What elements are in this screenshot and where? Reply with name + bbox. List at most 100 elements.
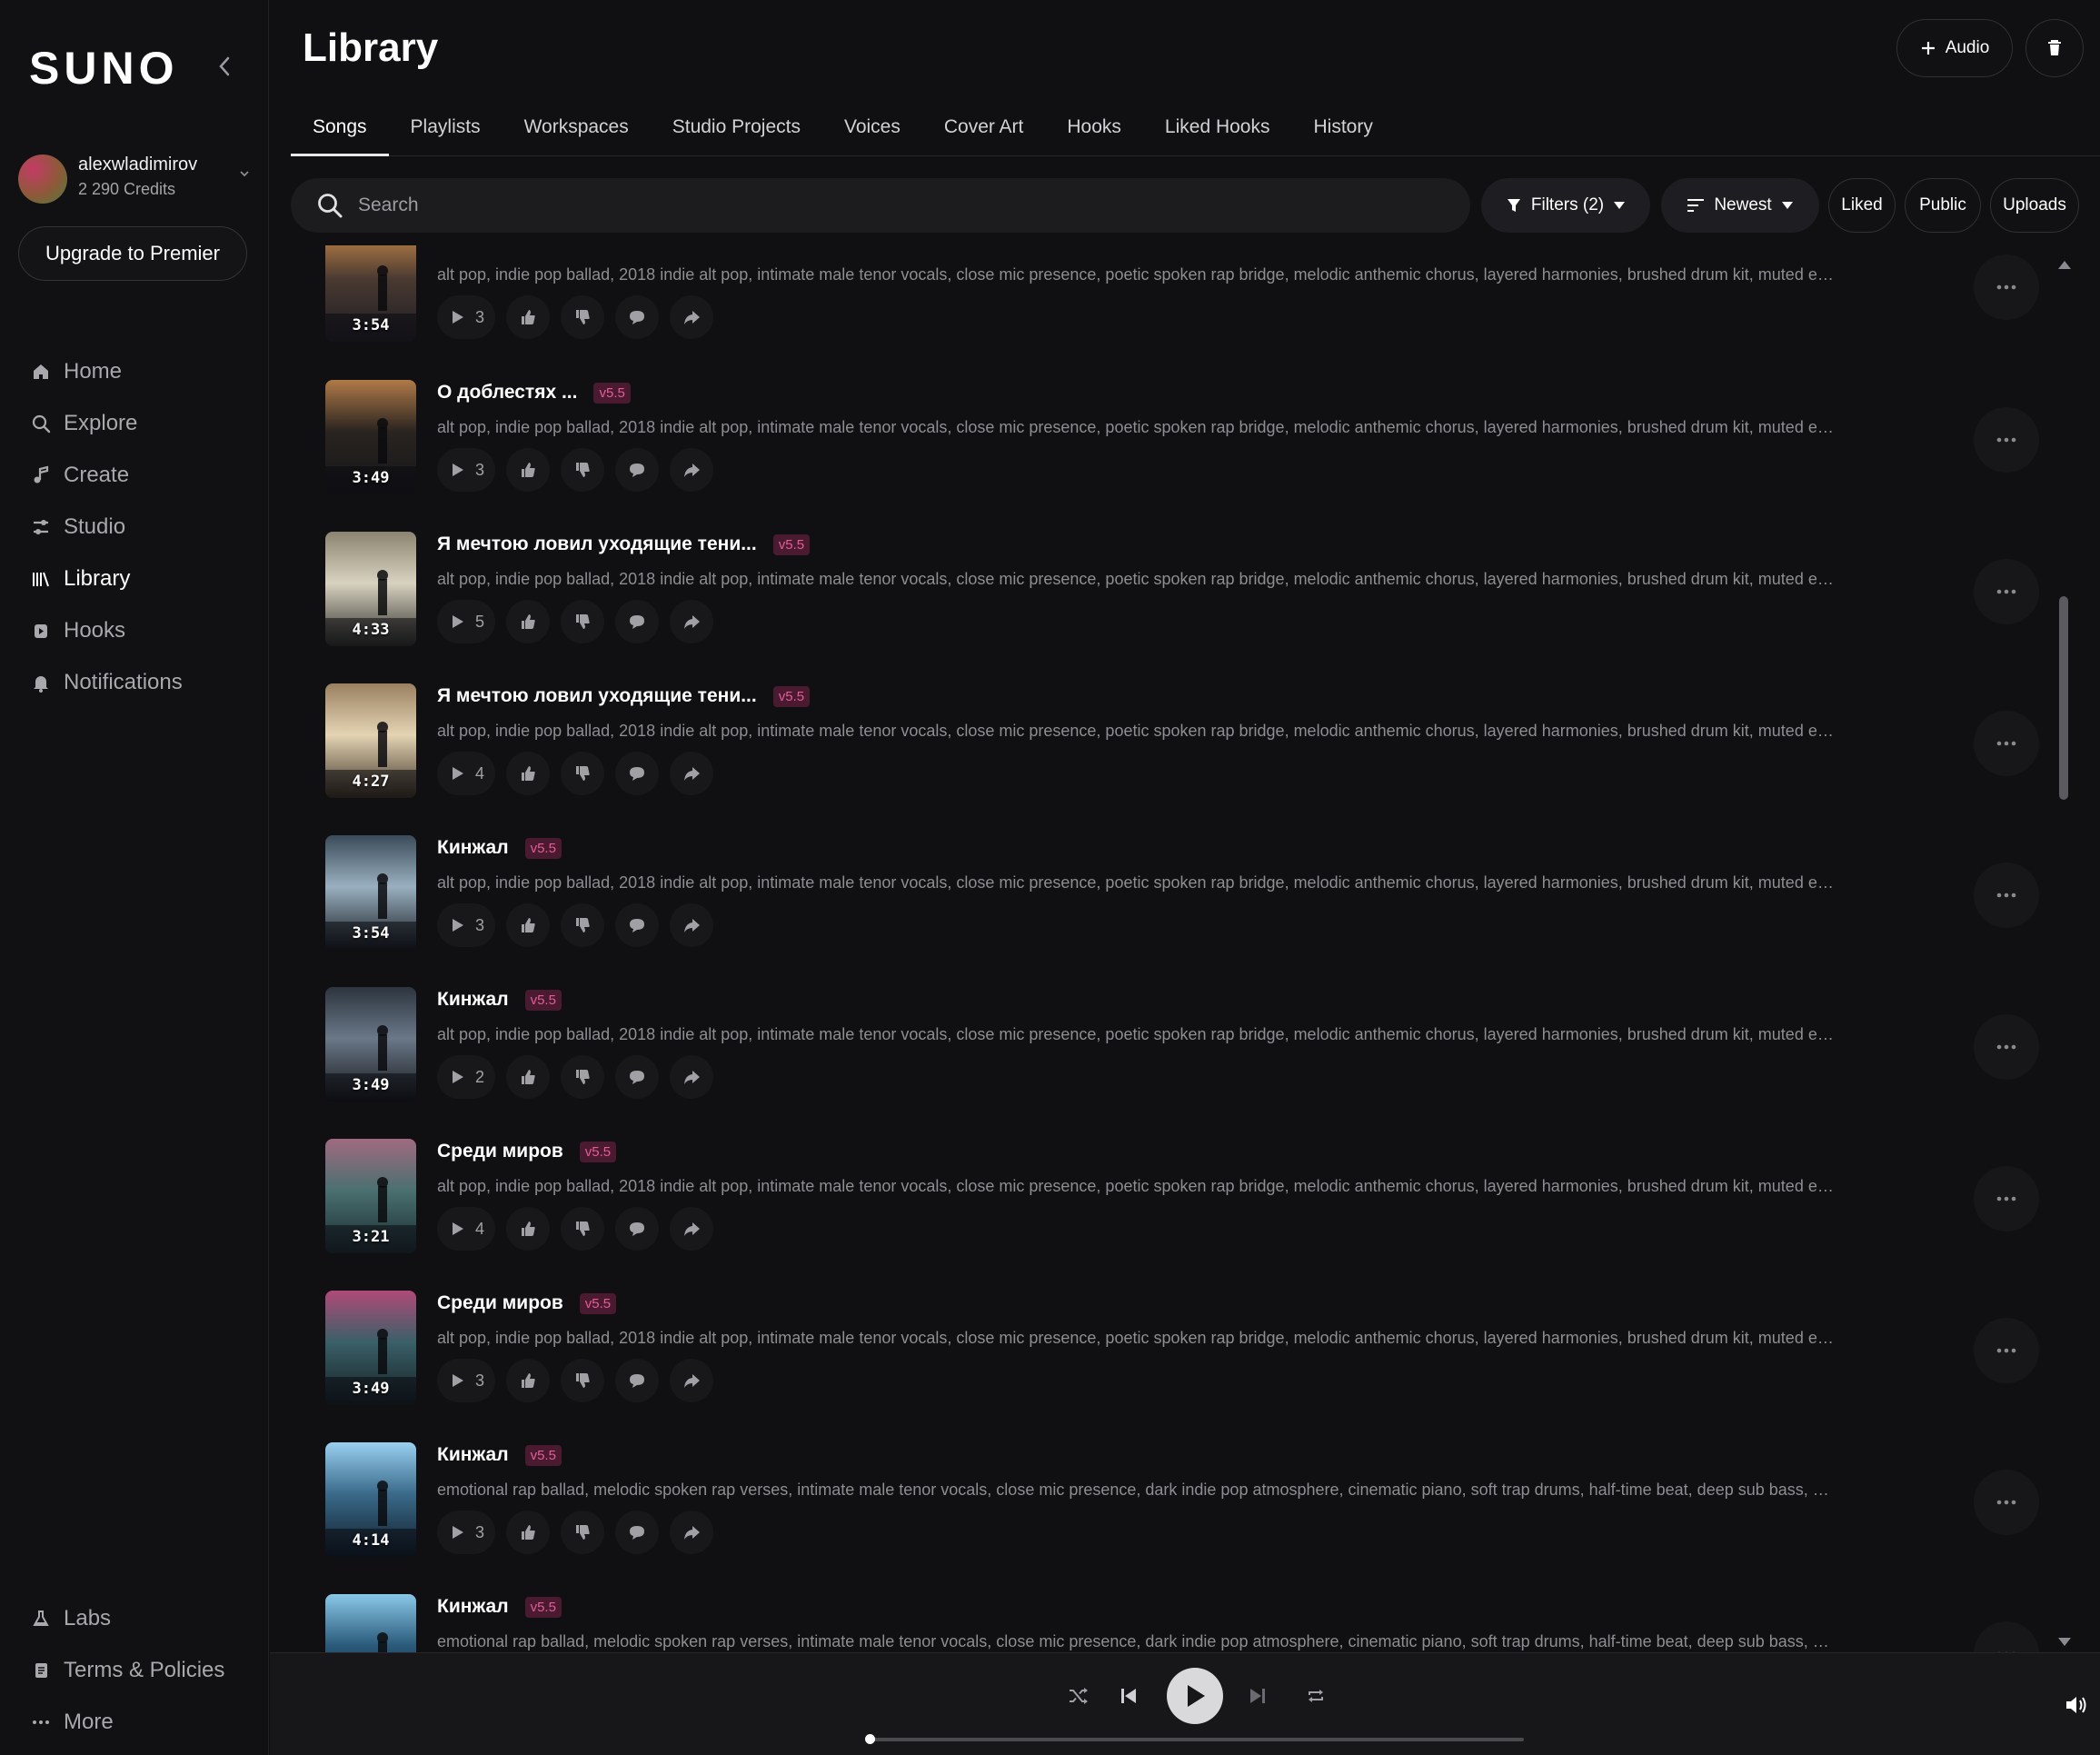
more-options-button[interactable] [1974,1318,2039,1383]
tab-liked-hooks[interactable]: Liked Hooks [1143,111,1292,156]
more-options-button[interactable] [1974,863,2039,928]
nav-item-hooks[interactable]: Hooks [31,604,183,656]
share-button[interactable] [670,752,714,795]
play-count-button[interactable]: 3 [437,1359,496,1402]
cover-art[interactable]: 3:21 [325,1139,416,1253]
like-button[interactable] [506,1511,551,1554]
progress-knob[interactable] [865,1734,875,1744]
share-button[interactable] [670,1207,714,1251]
like-button[interactable] [506,1207,551,1251]
share-button[interactable] [670,1055,714,1099]
cover-art[interactable] [325,1594,416,1652]
dislike-button[interactable] [561,1511,605,1554]
scrollbar[interactable] [2055,245,2074,1652]
more-options-button[interactable] [1974,407,2039,473]
nav-item-labs[interactable]: Labs [31,1592,224,1644]
share-button[interactable] [670,1359,714,1402]
comment-button[interactable] [615,903,660,947]
tab-playlists[interactable]: Playlists [389,111,503,156]
song-title[interactable]: Среди миров [437,1292,563,1314]
comment-button[interactable] [615,295,660,339]
song-title[interactable]: Кинжал [437,1596,509,1618]
share-button[interactable] [670,1511,714,1554]
nav-item-notifications[interactable]: Notifications [31,656,183,708]
dislike-button[interactable] [561,295,605,339]
song-title[interactable]: Кинжал [437,989,509,1011]
comment-button[interactable] [615,1207,660,1251]
nav-item-create[interactable]: Create [31,449,183,501]
song-row[interactable]: 4:33 Я мечтою ловил уходящие тени... v5.… [291,532,2055,683]
tab-cover-art[interactable]: Cover Art [922,111,1046,156]
cover-art[interactable]: 4:14 [325,1442,416,1557]
comment-button[interactable] [615,752,660,795]
song-title[interactable]: О доблестях ... [437,382,577,404]
repeat-button[interactable] [1289,1669,1343,1723]
song-title[interactable]: Кинжал [437,1444,509,1466]
search-input[interactable] [358,194,1358,216]
nav-item-more[interactable]: More [31,1696,224,1748]
share-button[interactable] [670,295,714,339]
like-button[interactable] [506,903,551,947]
song-row[interactable]: Кинжал v5.5 emotional rap ballad, melodi… [291,1594,2055,1652]
scrollbar-thumb[interactable] [2059,596,2068,800]
dislike-button[interactable] [561,600,605,643]
comment-button[interactable] [615,448,660,492]
song-title[interactable]: Среди миров [437,1141,563,1162]
like-button[interactable] [506,1055,551,1099]
song-row[interactable]: 3:49 Среди миров v5.5 alt pop, indie pop… [291,1291,2055,1442]
more-options-button[interactable] [1974,711,2039,776]
cover-art[interactable]: 3:54 [325,245,416,342]
comment-button[interactable] [615,1359,660,1402]
play-count-button[interactable]: 3 [437,1511,496,1554]
collapse-sidebar-icon[interactable] [214,53,234,80]
cover-art[interactable]: 4:27 [325,683,416,798]
tab-voices[interactable]: Voices [822,111,922,156]
more-options-button[interactable] [1974,1621,2039,1652]
scroll-down-icon[interactable] [2056,1636,2073,1649]
play-count-button[interactable]: 4 [437,752,496,795]
filters-button[interactable]: Filters (2) [1481,178,1650,233]
tab-history[interactable]: History [1291,111,1394,156]
song-title[interactable]: Я мечтою ловил уходящие тени... [437,533,757,555]
liked-filter-button[interactable]: Liked [1828,178,1896,233]
play-button[interactable] [1167,1668,1223,1724]
song-row[interactable]: 4:14 Кинжал v5.5 emotional rap ballad, m… [291,1442,2055,1594]
play-count-button[interactable]: 3 [437,448,496,492]
tab-hooks[interactable]: Hooks [1045,111,1143,156]
cover-art[interactable]: 4:33 [325,532,416,646]
play-count-button[interactable]: 3 [437,903,496,947]
progress-bar[interactable] [868,1738,1524,1741]
like-button[interactable] [506,448,551,492]
song-row[interactable]: 3:49 Кинжал v5.5 alt pop, indie pop ball… [291,987,2055,1139]
share-button[interactable] [670,903,714,947]
play-count-button[interactable]: 2 [437,1055,496,1099]
nav-item-explore[interactable]: Explore [31,397,183,449]
cover-art[interactable]: 3:54 [325,835,416,950]
tab-songs[interactable]: Songs [291,111,389,156]
dislike-button[interactable] [561,1055,605,1099]
dislike-button[interactable] [561,752,605,795]
more-options-button[interactable] [1974,1166,2039,1231]
share-button[interactable] [670,448,714,492]
play-count-button[interactable]: 5 [437,600,496,643]
shuffle-button[interactable] [1051,1669,1106,1723]
trash-button[interactable] [2025,19,2084,77]
next-button[interactable] [1230,1669,1285,1723]
more-options-button[interactable] [1974,1470,2039,1535]
nav-item-studio[interactable]: Studio [31,501,183,553]
upgrade-button[interactable]: Upgrade to Premier [18,226,247,281]
like-button[interactable] [506,600,551,643]
cover-art[interactable]: 3:49 [325,380,416,494]
song-title[interactable]: Я мечтою ловил уходящие тени... [437,685,757,707]
add-audio-button[interactable]: Audio [1896,19,2013,77]
comment-button[interactable] [615,1511,660,1554]
more-options-button[interactable] [1974,559,2039,624]
public-filter-button[interactable]: Public [1905,178,1981,233]
like-button[interactable] [506,295,551,339]
dislike-button[interactable] [561,903,605,947]
tab-workspaces[interactable]: Workspaces [503,111,651,156]
comment-button[interactable] [615,600,660,643]
cover-art[interactable]: 3:49 [325,1291,416,1405]
play-count-button[interactable]: 3 [437,295,496,339]
uploads-filter-button[interactable]: Uploads [1990,178,2079,233]
